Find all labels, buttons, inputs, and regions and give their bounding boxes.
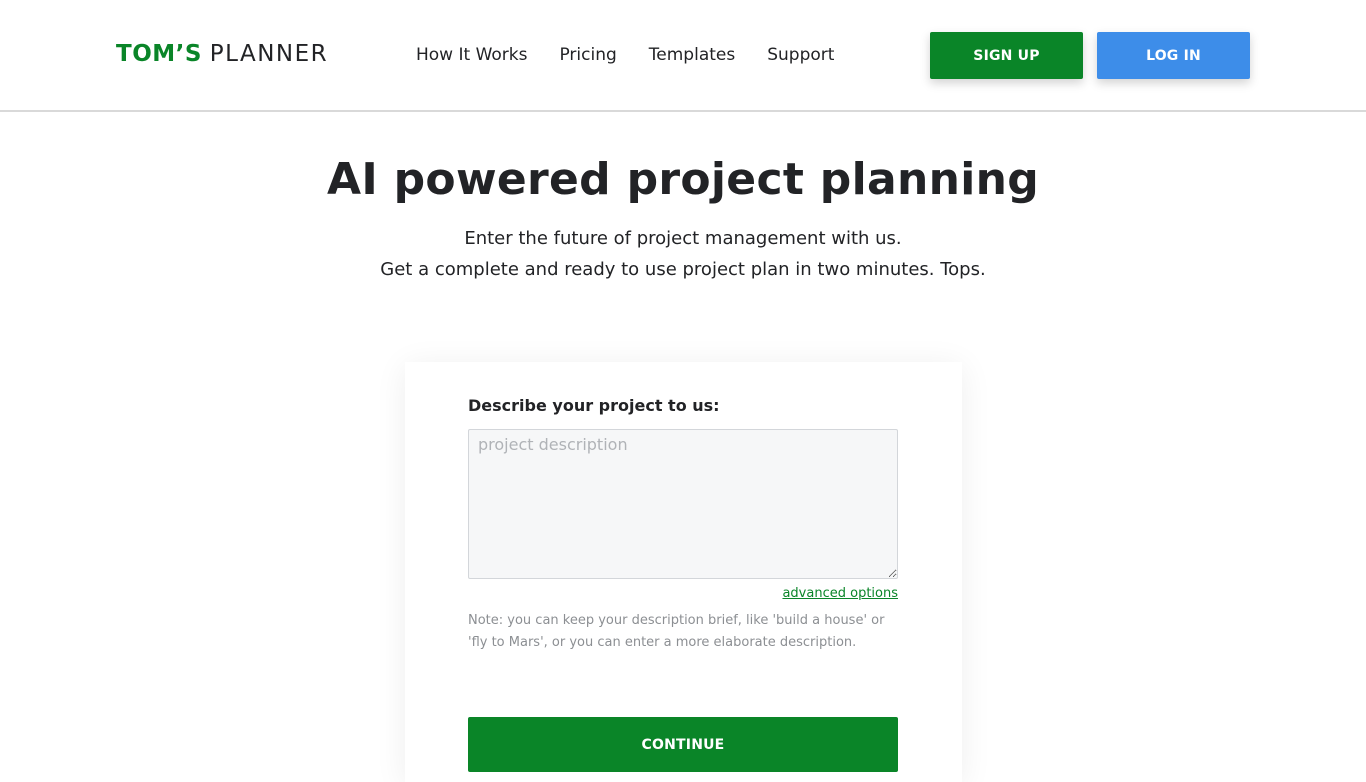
- advanced-options-link[interactable]: advanced options: [782, 586, 898, 602]
- nav-pricing[interactable]: Pricing: [559, 44, 616, 66]
- continue-button[interactable]: CONTINUE: [468, 717, 898, 772]
- page-title: AI powered project planning: [326, 154, 1039, 205]
- nav-how-it-works[interactable]: How It Works: [416, 44, 527, 66]
- site-header: TOM’S PLANNER How It Works Pricing Templ…: [0, 0, 1366, 112]
- description-note: Note: you can keep your description brie…: [468, 613, 885, 650]
- logo-bold-text: TOM’S: [116, 41, 202, 67]
- main-nav: How It Works Pricing Templates Support: [416, 44, 834, 66]
- logo-light-text: PLANNER: [209, 41, 329, 67]
- nav-templates[interactable]: Templates: [649, 44, 735, 66]
- toms-planner-logo[interactable]: TOM’S PLANNER: [116, 40, 328, 68]
- hero-subtitle-line-2: Get a complete and ready to use project …: [380, 259, 986, 280]
- project-description-input[interactable]: [468, 429, 898, 579]
- log-in-button[interactable]: LOG IN: [1097, 32, 1250, 79]
- nav-support[interactable]: Support: [767, 44, 834, 66]
- hero-subtitle-line-1: Enter the future of project management w…: [464, 228, 902, 249]
- project-form-card: Describe your project to us: advanced op…: [405, 362, 962, 782]
- project-description-label: Describe your project to us:: [468, 396, 720, 415]
- sign-up-button[interactable]: SIGN UP: [930, 32, 1083, 79]
